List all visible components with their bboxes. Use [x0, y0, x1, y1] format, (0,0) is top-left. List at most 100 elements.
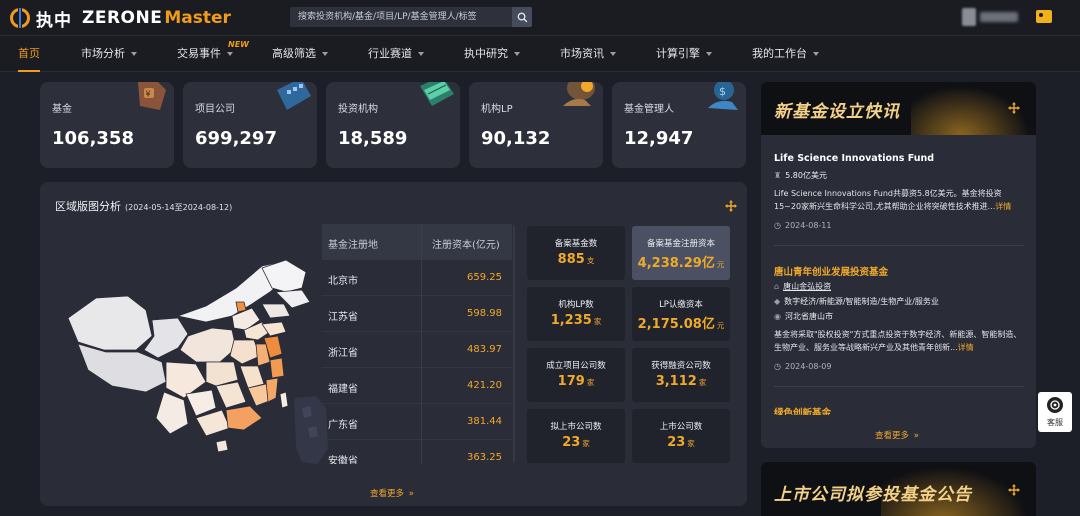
stat-label: 投资机构 — [338, 104, 378, 115]
news-tags: ◆ 数字经济/新能源/智能制造/生物产业/服务业 — [774, 297, 939, 306]
nav-label: 交易事件 — [177, 47, 221, 60]
metric-label: 上市公司数 — [659, 422, 703, 432]
new-badge: NEW — [228, 40, 249, 49]
region-title: 区域版图分析 — [55, 200, 121, 213]
metric-listed-companies[interactable]: 上市公司数 23 家 — [632, 409, 730, 463]
metric-value: 3,112 家 — [655, 374, 707, 389]
building-icon: ⌂ — [774, 282, 780, 291]
chevron-down-icon — [610, 52, 616, 56]
table-row[interactable]: 江苏省 598.98 — [322, 296, 512, 332]
metric-filed-fund-capital[interactable]: 备案基金注册资本 4,238.29亿元 — [632, 226, 730, 280]
announcement-panel: 上市公司拟参投基金公告 — [761, 462, 1036, 516]
news-manager: ⌂ 唐山金弘投资 — [774, 282, 832, 291]
news-location: ◉ 河北省唐山市 — [774, 312, 833, 321]
service-label: 客服 — [1047, 418, 1063, 427]
column-header-region: 基金注册地 — [328, 240, 378, 251]
drag-move-icon[interactable] — [1008, 102, 1020, 114]
table-row[interactable]: 福建省 421.20 — [322, 368, 512, 404]
metric-value: 1,235 家 — [550, 313, 602, 328]
stat-value: 12,947 — [624, 128, 694, 149]
brand-name-cn: 执中 — [36, 10, 72, 31]
nav-item-advanced-filter[interactable]: 高级筛选 — [272, 36, 328, 72]
search-input[interactable] — [290, 7, 512, 27]
nav-label: 我的工作台 — [752, 47, 807, 60]
region-name: 江苏省 — [328, 312, 358, 323]
news-title[interactable]: Life Science Innovations Fund — [774, 153, 934, 164]
double-chevron-right-icon: » — [408, 489, 414, 499]
metric-new-companies[interactable]: 成立项目公司数 179 家 — [527, 348, 625, 402]
metric-funded-companies[interactable]: 获得融资公司数 3,112 家 — [632, 348, 730, 402]
news-date: ◷ 2024-08-11 — [774, 221, 832, 230]
news-title[interactable]: 唐山青年创业发展投资基金 — [774, 264, 888, 278]
money-bag-icon: ¥ — [138, 82, 166, 110]
region-name: 浙江省 — [328, 348, 358, 359]
nav-item-market-analysis[interactable]: 市场分析 — [81, 36, 137, 72]
metric-value: 2,175.08亿元 — [637, 317, 725, 332]
user-menu[interactable] — [962, 8, 1052, 26]
china-map[interactable] — [66, 258, 356, 468]
capital-value: 659.25 — [467, 272, 502, 283]
detail-link[interactable]: 详情 — [958, 343, 974, 352]
detail-link[interactable]: 详情 — [995, 202, 1011, 211]
column-divider — [421, 224, 422, 464]
news-title[interactable]: 绿色创新基金 — [774, 405, 831, 415]
metric-lp-count[interactable]: 机构LP数 1,235 家 — [527, 287, 625, 341]
search-icon — [517, 12, 527, 22]
double-chevron-right-icon: » — [913, 431, 919, 441]
table-scrollbar[interactable] — [513, 226, 515, 462]
nav-item-home[interactable]: 首页 — [18, 36, 40, 72]
metric-label: 备案基金数 — [554, 239, 598, 249]
brand-logo[interactable]: 执中 ZERONE Master — [10, 6, 231, 31]
nav-item-workbench[interactable]: 我的工作台 — [752, 36, 819, 72]
table-row[interactable]: 浙江省 483.97 — [322, 332, 512, 368]
view-more-label: 查看更多 — [370, 489, 405, 499]
divider — [774, 386, 1024, 387]
stat-card-companies[interactable]: 项目公司 699,297 — [183, 82, 317, 168]
metric-lp-capital[interactable]: LP认缴资本 2,175.08亿元 — [632, 287, 730, 341]
stat-card-investors[interactable]: 投资机构 18,589 — [326, 82, 460, 168]
nav-item-calc-engine[interactable]: 计算引擎 — [656, 36, 712, 72]
table-row[interactable]: 安徽省 363.25 — [322, 440, 512, 464]
money-bag-icon: ♜ — [774, 171, 782, 180]
metric-label: 获得融资公司数 — [651, 361, 711, 371]
metric-label: 备案基金注册资本 — [646, 239, 715, 249]
nav-item-research[interactable]: 执中研究 — [464, 36, 520, 72]
nav-item-deal-events[interactable]: NEW 交易事件 — [177, 36, 249, 72]
metric-pre-ipo-companies[interactable]: 拟上市公司数 23 家 — [527, 409, 625, 463]
drag-move-icon[interactable] — [725, 200, 737, 212]
chevron-down-icon — [322, 52, 328, 56]
avatar[interactable] — [962, 8, 976, 26]
view-more-link[interactable]: 查看更多 » — [370, 487, 414, 499]
table-row[interactable]: 北京市 659.25 — [322, 260, 512, 296]
news-description: 基金将采取"股权投资"方式重点投资于数字经济、新能源、智能制造、生物产业、服务业… — [774, 330, 1022, 352]
stat-card-lp[interactable]: 机构LP 90,132 — [469, 82, 603, 168]
stat-value: 106,358 — [52, 128, 134, 149]
svg-text:¥: ¥ — [146, 90, 151, 99]
news-banner: 新基金设立快讯 — [761, 82, 1036, 135]
banner-title: 上市公司拟参投基金公告 — [774, 485, 972, 505]
stat-card-managers[interactable]: $ 基金管理人 12,947 — [612, 82, 746, 168]
divider — [774, 245, 1024, 246]
view-more-link[interactable]: 查看更多 » — [875, 429, 919, 441]
region-capital-table: 基金注册地 注册资本(亿元) 北京市 659.25 江苏省 598.98 浙江省… — [322, 224, 512, 464]
search-button[interactable] — [512, 7, 532, 27]
nav-label: 首页 — [18, 47, 40, 60]
company-card-icon — [277, 82, 311, 110]
nav-item-market-news[interactable]: 市场资讯 — [560, 36, 616, 72]
date-range: (2024-05-14至2024-08-12) — [125, 203, 233, 212]
nav-label: 高级筛选 — [272, 47, 316, 60]
banner-title: 新基金设立快讯 — [774, 102, 900, 122]
customer-service-button[interactable]: 客服 — [1038, 392, 1072, 432]
nav-label: 市场资讯 — [560, 47, 604, 60]
nav-item-industry-tracks[interactable]: 行业赛道 — [368, 36, 424, 72]
metric-filed-funds[interactable]: 备案基金数 885 支 — [527, 226, 625, 280]
location-pin-icon: ◉ — [774, 312, 781, 321]
member-card-icon[interactable] — [1036, 10, 1052, 23]
view-more-label: 查看更多 — [875, 431, 910, 441]
top-bar: 执中 ZERONE Master — [0, 0, 1080, 36]
stat-card-funds[interactable]: ¥ 基金 106,358 — [40, 82, 174, 168]
table-row[interactable]: 广东省 381.44 — [322, 404, 512, 440]
tag-icon: ◆ — [774, 297, 781, 306]
capital-value: 483.97 — [467, 344, 502, 355]
drag-move-icon[interactable] — [1008, 484, 1020, 496]
